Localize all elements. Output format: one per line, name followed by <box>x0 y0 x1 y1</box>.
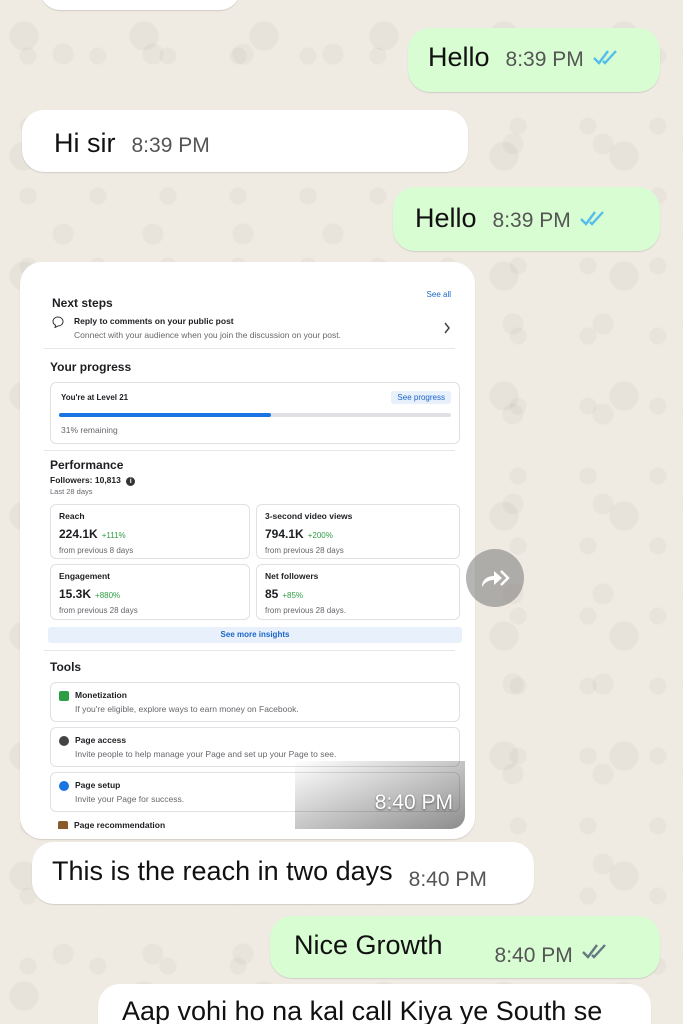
chevron-right-icon[interactable] <box>443 322 451 334</box>
metric-value: 15.3K <box>59 587 92 601</box>
tool-desc: If you're eligible, explore ways to earn… <box>75 703 299 714</box>
forward-icon <box>482 570 510 587</box>
metric-change: +200% <box>307 531 333 540</box>
message-bubble-outgoing[interactable]: Nice Growth 8:40 PM <box>270 916 660 978</box>
metric-change: +111% <box>101 531 126 540</box>
metric-label: Engagement <box>59 571 111 581</box>
message-text: Hello <box>428 42 490 72</box>
delivered-ticks-icon <box>581 944 606 959</box>
message-bubble-incoming[interactable]: Aap vohi ho na kal call Kiya ye South se <box>98 984 651 1024</box>
next-steps-title: Next steps <box>52 296 113 310</box>
tool-item-monetization[interactable]: Monetization If you're eligible, explore… <box>50 682 460 722</box>
divider <box>44 450 455 451</box>
message-time: 8:39 PM <box>492 209 571 232</box>
tool-desc: Invite people to help manage your Page a… <box>75 748 337 759</box>
message-text: Hello <box>415 203 477 233</box>
facebook-insights-screenshot[interactable]: Next steps See all Reply to comments on … <box>30 272 465 829</box>
metric-change: +880% <box>95 591 121 600</box>
progress-title: Your progress <box>50 360 132 374</box>
image-time: 8:40 PM <box>374 791 453 814</box>
metric-value: 224.1K <box>59 527 98 541</box>
metric-note: from previous 28 days <box>59 606 138 615</box>
message-time: 8:39 PM <box>505 48 584 71</box>
image-message[interactable]: Next steps See all Reply to comments on … <box>20 262 475 839</box>
metric-card-video-views[interactable]: 3-second video views 794.1K +200% from pr… <box>256 504 460 559</box>
message-bubble-incoming[interactable]: This is the reach in two days 8:40 PM <box>32 842 534 904</box>
info-icon[interactable]: i <box>126 477 136 486</box>
performance-title: Performance <box>50 458 124 472</box>
progress-track <box>59 413 451 417</box>
metric-note: from previous 28 days. <box>265 606 346 615</box>
metric-note: from previous 8 days <box>59 546 134 555</box>
metric-value: 85 <box>265 587 279 601</box>
progress-fill <box>59 413 271 417</box>
read-ticks-icon <box>579 211 604 226</box>
page-access-icon <box>59 735 69 746</box>
message-text: Nice Growth <box>294 930 443 960</box>
tool-title: Page setup <box>75 780 121 790</box>
message-text: Aap vohi ho na kal call Kiya ye South se <box>122 996 603 1024</box>
message-text: Hi sir <box>54 128 116 158</box>
level-text: You're at Level 21 <box>61 393 129 402</box>
period-text: Last 28 days <box>50 487 93 496</box>
tools-title: Tools <box>50 660 82 674</box>
followers-text: Followers: 10,813 <box>50 475 121 485</box>
see-more-insights-button[interactable]: See more insights <box>48 627 462 643</box>
monetization-icon <box>59 690 69 701</box>
followers-count: Followers: 10,813 i <box>50 475 136 486</box>
forward-button[interactable] <box>466 549 524 607</box>
message-bubble-incoming[interactable]: Hi sir 8:39 PM <box>22 110 468 172</box>
message-time: 8:39 PM <box>131 134 210 157</box>
tool-title: Monetization <box>75 690 127 700</box>
divider <box>44 348 455 349</box>
tool-title: Page access <box>75 735 127 745</box>
tool-title: Page recommendation <box>74 820 166 829</box>
message-time: 8:40 PM <box>408 868 487 891</box>
metric-value: 794.1K <box>265 527 304 541</box>
metric-change: +85% <box>282 591 304 600</box>
divider <box>44 650 455 651</box>
read-ticks-icon <box>592 50 617 65</box>
see-all-link[interactable]: See all <box>427 290 451 299</box>
message-bubble-partial[interactable] <box>40 0 240 10</box>
next-step-desc: Connect with your audience when you join… <box>74 330 341 340</box>
metric-card-engagement[interactable]: Engagement 15.3K +880% from previous 28 d… <box>50 564 250 620</box>
page-setup-icon <box>59 780 69 791</box>
comment-icon <box>52 316 64 328</box>
remaining-text: 31% remaining <box>61 425 118 435</box>
metric-card-net-followers[interactable]: Net followers 85 +85% from previous 28 da… <box>256 564 460 620</box>
metric-note: from previous 28 days <box>265 546 344 555</box>
progress-card: You're at Level 21 See progress 31% rema… <box>50 382 460 444</box>
message-bubble-outgoing[interactable]: Hello 8:39 PM <box>408 28 660 92</box>
recommendation-icon <box>58 820 68 829</box>
metric-label: Net followers <box>265 571 319 581</box>
see-progress-button[interactable]: See progress <box>391 391 451 404</box>
metric-label: 3-second video views <box>265 511 353 521</box>
metric-card-reach[interactable]: Reach 224.1K +111% from previous 8 days <box>50 504 250 559</box>
message-text: This is the reach in two days <box>52 856 393 886</box>
message-time: 8:40 PM <box>494 944 573 967</box>
next-step-title[interactable]: Reply to comments on your public post <box>74 316 234 326</box>
message-bubble-outgoing[interactable]: Hello 8:39 PM <box>393 187 660 251</box>
metric-label: Reach <box>59 511 85 521</box>
